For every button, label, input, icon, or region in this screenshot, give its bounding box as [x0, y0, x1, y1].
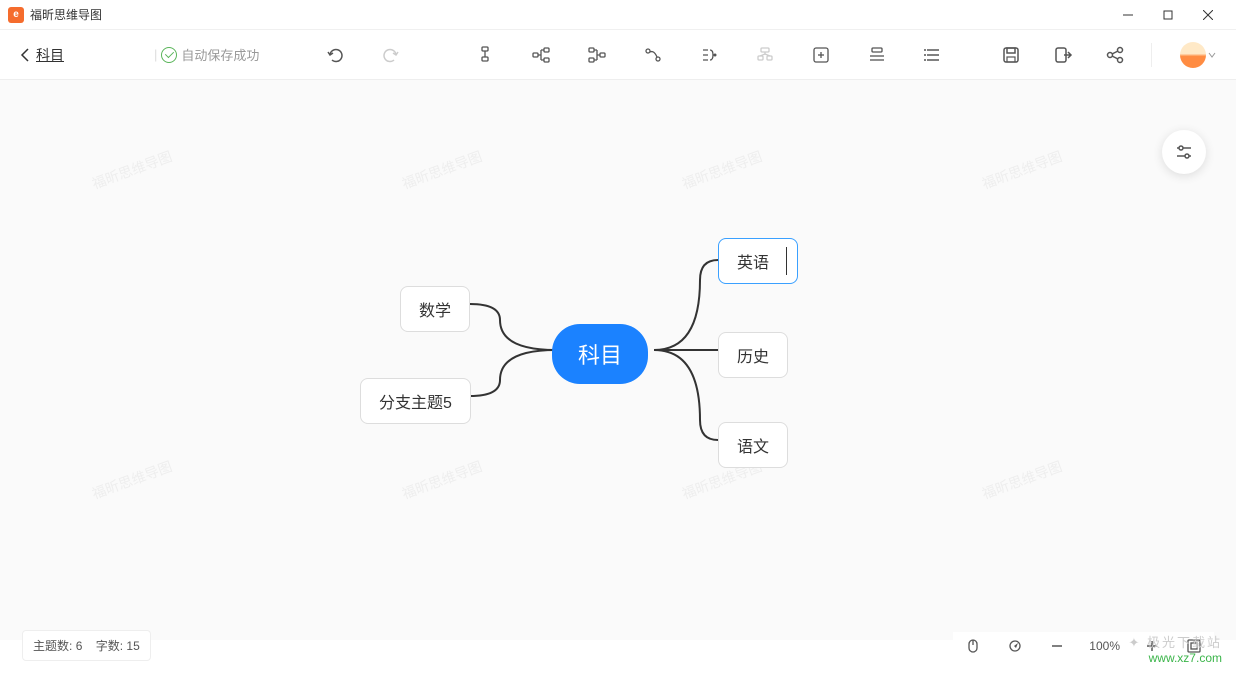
app-title: 福昕思维导图 — [30, 6, 102, 23]
share-button[interactable] — [1099, 39, 1131, 71]
word-count-label: 字数: — [96, 639, 123, 653]
app-icon: e — [8, 7, 24, 23]
topic-count-value: 6 — [76, 639, 83, 653]
watermark: 福昕思维导图 — [679, 146, 765, 194]
mindmap-root-node[interactable]: 科目 — [552, 324, 648, 384]
minimize-button[interactable] — [1108, 3, 1148, 27]
mindmap-node[interactable]: 数学 — [400, 286, 470, 332]
node-label: 历史 — [737, 349, 769, 366]
node-label: 科目 — [578, 343, 622, 368]
zoom-out-button[interactable] — [1047, 636, 1067, 656]
add-child-button[interactable] — [525, 39, 557, 71]
sliders-icon — [1174, 142, 1194, 162]
avatar — [1180, 42, 1206, 68]
summary-button[interactable] — [693, 39, 725, 71]
checkmark-circle-icon — [161, 47, 177, 63]
close-button[interactable] — [1188, 3, 1228, 27]
relationship-button[interactable] — [637, 39, 669, 71]
watermark: 福昕思维导图 — [89, 146, 175, 194]
boundary-button[interactable] — [749, 39, 781, 71]
breadcrumb-title: 科目 — [36, 45, 64, 65]
mindmap-node-selected[interactable]: 英语 — [718, 238, 798, 284]
watermark: 福昕思维导图 — [89, 456, 175, 504]
add-sibling-button[interactable] — [469, 39, 501, 71]
export-button[interactable] — [1047, 39, 1079, 71]
insert-button[interactable] — [805, 39, 837, 71]
watermark: 福昕思维导图 — [399, 146, 485, 194]
node-label: 英语 — [737, 255, 769, 272]
node-label: 分支主题5 — [379, 395, 452, 412]
separator — [1151, 43, 1152, 67]
watermark: 福昕思维导图 — [979, 456, 1065, 504]
zoom-level: 100% — [1089, 639, 1120, 653]
site-watermark: ✦ 极光下载站 www.xz7.com — [1128, 635, 1222, 665]
word-count-value: 15 — [126, 639, 139, 653]
outline-button[interactable] — [917, 39, 949, 71]
mindmap-node[interactable]: 分支主题5 — [360, 378, 471, 424]
format-button[interactable] — [861, 39, 893, 71]
undo-button[interactable] — [319, 39, 351, 71]
mindmap-canvas[interactable]: 福昕思维导图 福昕思维导图 福昕思维导图 福昕思维导图 福昕思维导图 福昕思维导… — [0, 80, 1236, 640]
watermark: 福昕思维导图 — [399, 456, 485, 504]
maximize-button[interactable] — [1148, 3, 1188, 27]
node-label: 语文 — [737, 439, 769, 456]
locate-button[interactable] — [1005, 636, 1025, 656]
redo-button[interactable] — [375, 39, 407, 71]
add-parent-button[interactable] — [581, 39, 613, 71]
save-button[interactable] — [995, 39, 1027, 71]
autosave-label: 自动保存成功 — [181, 45, 259, 64]
mouse-mode-button[interactable] — [963, 636, 983, 656]
node-label: 数学 — [419, 303, 451, 320]
mindmap-node[interactable]: 语文 — [718, 422, 788, 468]
topic-count-label: 主题数: — [33, 639, 72, 653]
autosave-status: | 自动保存成功 — [154, 45, 259, 64]
statistics: 主题数: 6 字数: 15 — [22, 630, 151, 661]
watermark: 福昕思维导图 — [979, 146, 1065, 194]
mindmap-node[interactable]: 历史 — [718, 332, 788, 378]
settings-float-button[interactable] — [1162, 130, 1206, 174]
back-button[interactable]: 科目 — [20, 45, 64, 65]
chevron-down-icon — [1208, 51, 1216, 59]
user-menu[interactable] — [1172, 42, 1216, 68]
